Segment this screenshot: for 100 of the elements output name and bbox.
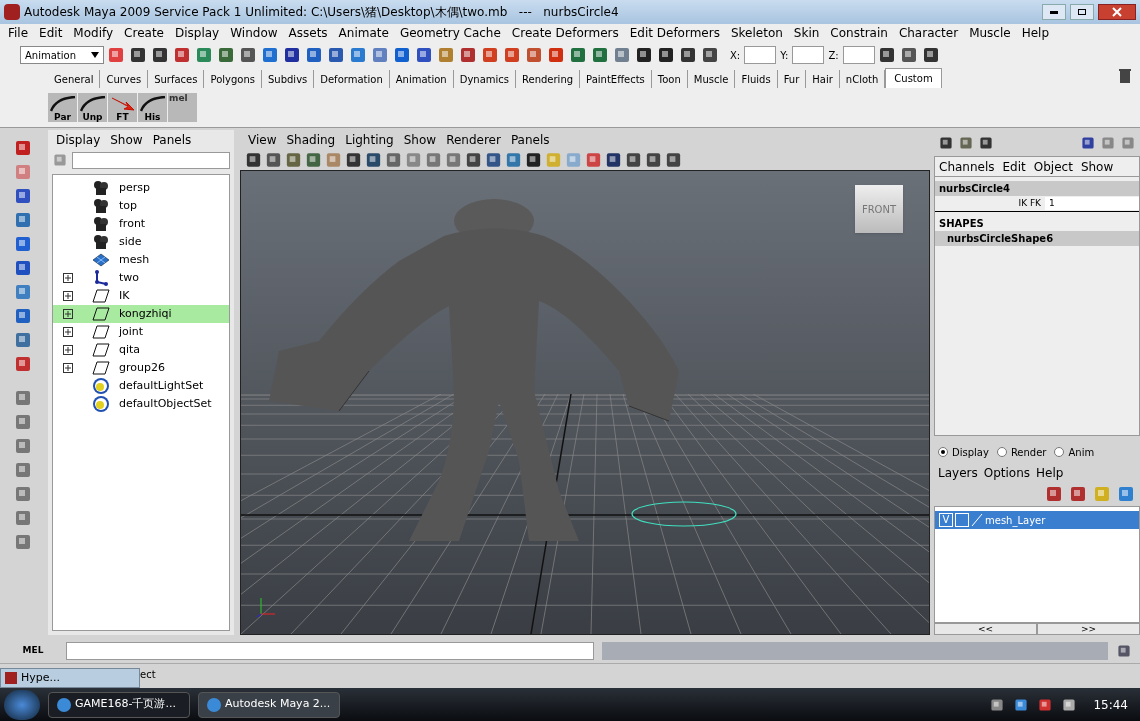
- outliner-item[interactable]: IK: [53, 287, 229, 305]
- parallelogram-icon: [92, 289, 110, 303]
- section-header: SHAPES: [938, 217, 985, 231]
- outliner-item[interactable]: qita: [53, 341, 229, 359]
- menu-item[interactable]: Display: [56, 131, 101, 149]
- menu-item[interactable]: File: [8, 24, 29, 42]
- trash-icon[interactable]: [1118, 68, 1132, 84]
- menu-item[interactable]: Window: [230, 24, 278, 42]
- menu-item[interactable]: Skeleton: [730, 24, 783, 42]
- menu-item[interactable]: View: [248, 131, 277, 149]
- shelf-button[interactable]: mel: [168, 93, 197, 122]
- outliner-item[interactable]: mesh: [53, 251, 229, 269]
- menu-item[interactable]: Skin: [793, 24, 820, 42]
- command-field[interactable]: [66, 642, 594, 660]
- menu-item[interactable]: Panels: [510, 131, 550, 149]
- menu-item[interactable]: Muscle: [969, 24, 1011, 42]
- coordinate-field[interactable]: [792, 46, 825, 64]
- close-button[interactable]: [1098, 4, 1136, 20]
- menu-item[interactable]: Assets: [288, 24, 328, 42]
- maximize-button[interactable]: [1070, 4, 1094, 20]
- layer-row[interactable]: V mesh_Layer: [935, 511, 1139, 529]
- expand-icon[interactable]: [63, 291, 73, 301]
- start-button[interactable]: [4, 689, 40, 720]
- parallelogram-icon: [92, 361, 110, 375]
- set-icon: [92, 377, 110, 395]
- radio-label: Anim: [1068, 445, 1095, 460]
- expand-icon[interactable]: [63, 327, 73, 337]
- menu-item[interactable]: Show: [110, 131, 143, 149]
- minimize-button[interactable]: [1042, 4, 1066, 20]
- attribute-label: IK FK: [1017, 196, 1042, 210]
- radio-button[interactable]: [1054, 447, 1065, 457]
- menu-item[interactable]: Edit: [39, 24, 63, 42]
- outliner-item[interactable]: top: [53, 197, 229, 215]
- clock: 15:44: [1092, 696, 1129, 714]
- menu-item[interactable]: Modify: [73, 24, 114, 42]
- coordinate-field[interactable]: [744, 46, 777, 64]
- menu-item[interactable]: Show: [403, 131, 437, 149]
- slash-icon: [971, 513, 983, 527]
- shelf-button[interactable]: His: [138, 93, 167, 122]
- shelf-button[interactable]: Par: [48, 93, 77, 122]
- menu-item[interactable]: Renderer: [446, 131, 501, 149]
- menu-item[interactable]: Edit Deformers: [629, 24, 720, 42]
- window-title: Autodesk Maya 2009 Service Pack 1 Unlimited: C:\Users\猪\Desktop\木偶\two.mb --- nurbsCircle4: [24, 4, 620, 21]
- object-name: nurbsCircle4: [935, 181, 1139, 196]
- menu-item[interactable]: Options: [983, 464, 1031, 482]
- outliner-item[interactable]: kongzhiqi: [53, 305, 229, 323]
- menu-item[interactable]: Create: [124, 24, 164, 42]
- radio-label: Display: [952, 445, 989, 460]
- outliner-item[interactable]: defaultObjectSet: [53, 395, 229, 413]
- menu-item[interactable]: Create Deformers: [511, 24, 619, 42]
- outliner-item[interactable]: joint: [53, 323, 229, 341]
- minimized-window[interactable]: Hype...: [0, 668, 140, 688]
- mesh-icon: [91, 252, 111, 268]
- outliner-item[interactable]: persp: [53, 179, 229, 197]
- expand-icon[interactable]: [63, 363, 73, 373]
- outliner-item[interactable]: defaultLightSet: [53, 377, 229, 395]
- outliner-item[interactable]: group26: [53, 359, 229, 377]
- expand-icon[interactable]: [63, 345, 73, 355]
- app-icon: [5, 672, 17, 684]
- expand-icon[interactable]: [63, 309, 73, 319]
- taskbar-button[interactable]: Autodesk Maya 2...: [198, 691, 340, 718]
- outliner-item[interactable]: side: [53, 233, 229, 251]
- taskbar-button[interactable]: GAME168-千页游...: [48, 691, 190, 718]
- shelf-tab[interactable]: Custom: [885, 68, 942, 88]
- radio-button[interactable]: [938, 447, 948, 457]
- attribute-value[interactable]: 1: [1045, 196, 1139, 211]
- outliner-item[interactable]: front: [53, 215, 229, 233]
- mode-dropdown[interactable]: Animation: [20, 46, 104, 64]
- menu-item[interactable]: Help: [1036, 464, 1064, 482]
- scroll-button[interactable]: >>: [1037, 623, 1140, 635]
- parallelogram-icon: [92, 343, 110, 357]
- menu-item[interactable]: Constrain: [830, 24, 888, 42]
- shelf-button[interactable]: FT: [108, 93, 137, 122]
- menu-item[interactable]: Display: [175, 24, 220, 42]
- close-icon: [1112, 7, 1122, 17]
- search-field[interactable]: [72, 151, 230, 169]
- menu-item[interactable]: Lighting: [345, 131, 394, 149]
- radio-button[interactable]: [996, 447, 1007, 457]
- outliner-item[interactable]: two: [53, 269, 229, 287]
- menu-item[interactable]: Shading: [286, 131, 336, 149]
- app-icon: [4, 4, 20, 20]
- window-title: Hype...: [21, 669, 61, 686]
- menu-item[interactable]: Panels: [152, 131, 192, 149]
- scroll-button[interactable]: <<: [934, 623, 1037, 635]
- menu-item[interactable]: Show: [1080, 157, 1114, 176]
- menu-item[interactable]: Object: [1033, 157, 1073, 176]
- menu-item[interactable]: Animate: [338, 24, 389, 42]
- menu-item[interactable]: Geometry Cache: [399, 24, 501, 42]
- layer-name[interactable]: mesh_Layer: [985, 512, 1046, 528]
- menu-item[interactable]: Layers: [938, 464, 978, 482]
- menu-item[interactable]: Channels: [939, 157, 995, 176]
- caret-icon: [91, 52, 99, 58]
- template-toggle[interactable]: [955, 513, 969, 527]
- menu-item[interactable]: Character: [898, 24, 959, 42]
- coordinate-field[interactable]: [842, 46, 875, 64]
- expand-icon[interactable]: [63, 273, 73, 283]
- visibility-toggle[interactable]: V: [939, 513, 953, 527]
- menu-item[interactable]: Edit: [1002, 157, 1026, 176]
- shelf-button[interactable]: Unp: [78, 93, 107, 122]
- menu-item[interactable]: Help: [1021, 24, 1049, 42]
